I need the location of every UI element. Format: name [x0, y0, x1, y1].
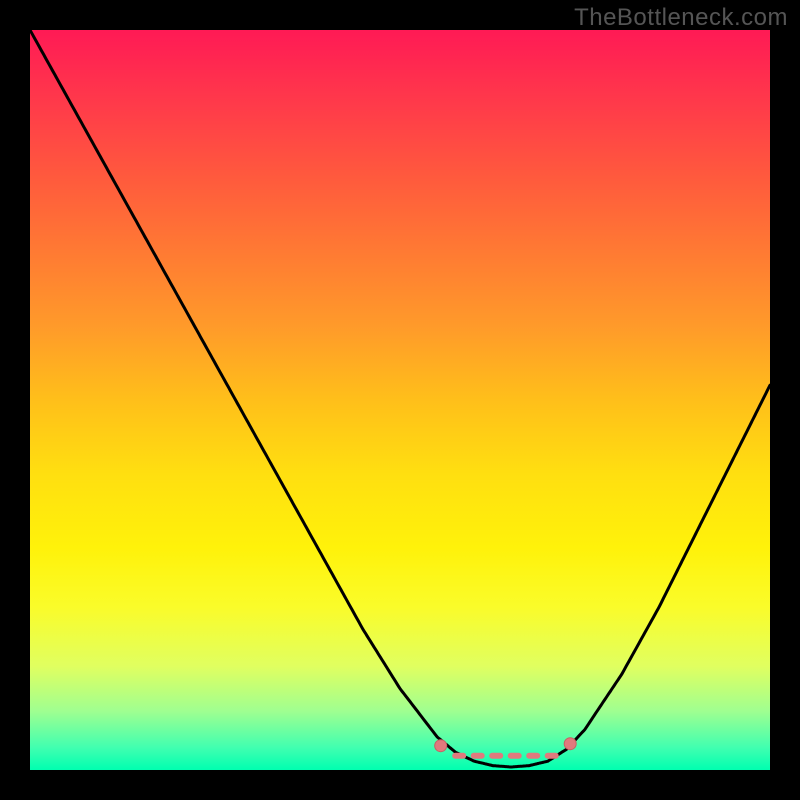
- watermark-text: TheBottleneck.com: [574, 4, 788, 32]
- trough-marker-dash: [526, 753, 540, 759]
- trough-marker-dash: [471, 753, 485, 759]
- chart-container: TheBottleneck.com: [0, 0, 800, 800]
- trough-markers: [435, 738, 577, 759]
- trough-marker-dash: [545, 753, 559, 759]
- trough-marker-dot: [564, 738, 576, 750]
- plot-overlay: [30, 30, 770, 770]
- trough-marker-dash: [508, 753, 522, 759]
- curve-line: [30, 30, 770, 767]
- trough-marker-dash: [489, 753, 503, 759]
- trough-marker-dash: [452, 753, 466, 759]
- trough-marker-dot: [435, 740, 447, 752]
